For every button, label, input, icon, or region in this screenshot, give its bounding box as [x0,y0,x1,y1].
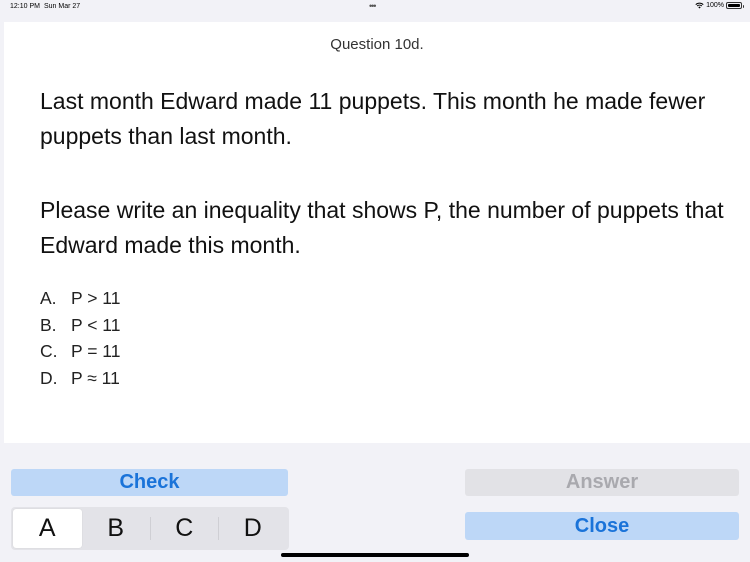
choice-letter: A. [40,288,57,308]
wifi-icon [695,2,704,9]
ellipsis-icon[interactable]: ••• [369,1,377,11]
status-bar: 12:10 PM Sun Mar 27 ••• 100% [0,0,750,14]
choice-text: P = 11 [71,341,121,361]
question-title: Question 10d. [330,36,424,53]
close-button[interactable]: Close [465,512,739,540]
segment-b-label: B [107,514,125,542]
answer-button[interactable]: Answer [465,469,739,496]
answer-choices: A. P > 11 B. P < 11 C. P = 11 D. P ≈ 11 [40,285,120,391]
segment-c-label: C [175,514,194,542]
status-time: 12:10 PM [10,3,40,10]
home-indicator[interactable] [281,553,469,557]
battery-icon [726,2,744,9]
choice-b: B. P < 11 [40,312,120,339]
segment-divider [149,517,151,540]
screen: 12:10 PM Sun Mar 27 ••• 100% Question 10… [0,0,750,562]
question-paragraph-1: Last month Edward made 11 puppets. This … [40,88,706,149]
segment-b[interactable]: B [82,509,151,548]
segment-d[interactable]: D [218,509,288,548]
choice-c: C. P = 11 [40,338,120,365]
segment-d-label: D [243,514,262,542]
answer-segmented-control: A B C D [11,507,289,550]
choice-a: A. P > 11 [40,285,120,312]
status-date: Sun Mar 27 [44,3,81,10]
check-button[interactable]: Check [11,469,288,496]
question-paragraph-2: Please write an inequality that shows P,… [40,197,724,258]
choice-text: P < 11 [71,314,121,335]
segment-a[interactable]: A [13,509,82,548]
segment-c[interactable]: C [149,509,219,548]
choice-d: D. P ≈ 11 [40,365,120,392]
choice-text: P ≈ 11 [71,367,120,388]
question-panel: Question 10d. Last month Edward made 11 … [4,22,750,443]
segment-divider [218,517,219,540]
battery-percent: 100% [706,2,724,9]
choice-letter: D. [40,367,58,388]
status-right: 100% [695,2,744,9]
choice-text: P > 11 [71,288,121,308]
choice-letter: C. [40,341,58,361]
choice-letter: B. [40,314,57,335]
